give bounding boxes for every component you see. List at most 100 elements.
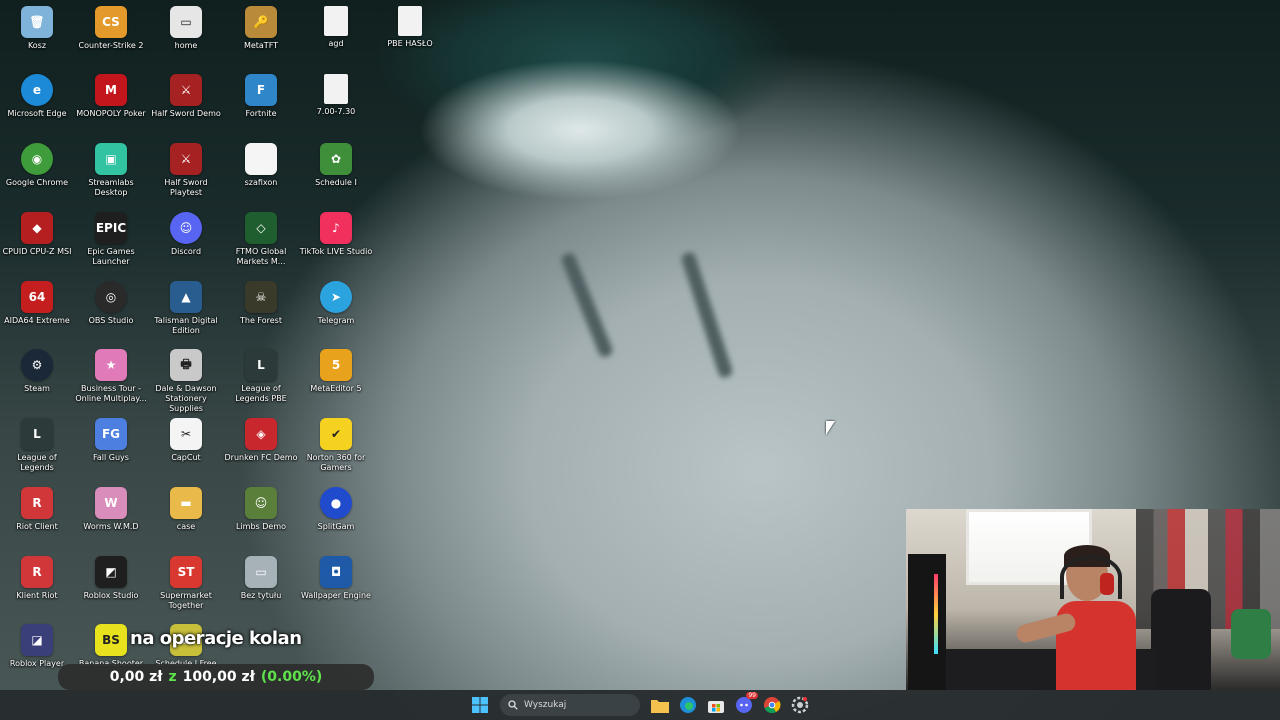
edge-icon [680,697,696,713]
desktop-icon[interactable]: L League of Legends PBE [224,349,298,404]
drunken-fc-icon: ◈ [245,418,277,450]
desktop-icon[interactable]: ◆ CPUID CPU-Z MSI [0,212,74,257]
chrome-icon [764,697,781,714]
printer-icon: 🖶 [170,349,202,381]
desktop-icon-label: case [176,522,196,531]
desktop-icon-label: League of Legends [17,453,57,472]
desktop-icon[interactable]: ◈ Drunken FC Demo [224,418,298,463]
goal-target: 100,00 zł [182,669,255,685]
desktop-icon[interactable]: ST Supermarket Together [149,556,223,611]
desktop-icon[interactable]: ♪ TikTok LIVE Studio [299,212,373,257]
desktop-icon-label: Supermarket Together [160,591,212,610]
desktop-icon-label: TikTok LIVE Studio [299,247,373,256]
search-placeholder: Wyszukaj [524,700,567,710]
riot-client-icon: R [21,487,53,519]
taskbar-store[interactable] [705,694,727,716]
taskbar-discord[interactable]: 99 [733,692,758,716]
desktop-icon[interactable]: ◩ Roblox Studio [74,556,148,601]
desktop-icon[interactable]: ▭ Bez tytułu [224,556,298,601]
taskbar-edge[interactable] [677,694,699,716]
desktop-icon[interactable]: PBE HASŁO [373,6,447,49]
desktop-icon-label: Roblox Studio [83,591,139,600]
desktop-icon-grid: 🗑 Kosz CS Counter-Strike 2 ▭ home 🔑 MetaTFT agd P… [0,0,460,690]
taskbar-chrome[interactable] [761,694,783,716]
desktop-icon[interactable]: ☠ The Forest [224,281,298,326]
desktop-icon[interactable]: szafixon [224,143,298,188]
steam-icon: ⚙ [21,349,53,381]
goal-current: 0,00 zł [109,669,163,685]
desktop-icon[interactable]: ◉ Google Chrome [0,143,74,188]
desktop-icon[interactable]: ◘ Wallpaper Engine [299,556,373,601]
desktop-icon[interactable]: ⚙ Steam [0,349,74,394]
desktop-icon-label: Dale & Dawson Stationery Supplies [155,384,217,413]
desktop-icon-label: Microsoft Edge [7,109,67,118]
desktop-icon[interactable]: ☺ Discord [149,212,223,257]
desktop-icon[interactable]: 7.00-7.30 [299,74,373,117]
epic-games-icon: EPIC [95,212,127,244]
tiktok-icon: ♪ [320,212,352,244]
desktop-icon[interactable]: M MONOPOLY Poker [74,74,148,119]
desktop-icon[interactable]: ● SplitGam [299,487,373,532]
desktop-icon[interactable]: ◇ FTMO Global Markets M... [224,212,298,267]
desktop-icon[interactable]: ⚔ Half Sword Playtest [149,143,223,198]
desktop-icon[interactable]: R Klient Riot [0,556,74,601]
chrome-icon: ◉ [21,143,53,175]
desktop-icon-label: CPUID CPU-Z MSI [2,247,72,256]
desktop-icon[interactable]: FG Fall Guys [74,418,148,463]
desktop-icon[interactable]: F Fortnite [224,74,298,119]
desktop-icon[interactable]: ◎ OBS Studio [74,281,148,326]
desktop-icon[interactable]: R Riot Client [0,487,74,532]
taskbar-file-explorer[interactable] [649,694,671,716]
desktop-icon[interactable]: 🔑 MetaTFT [224,6,298,51]
desktop-icon[interactable]: 64 AIDA64 Extreme [0,281,74,326]
start-button[interactable] [469,694,491,716]
desktop-icon-label: MONOPOLY Poker [76,109,146,118]
desktop-icon[interactable]: ◪ Roblox Player [0,624,74,669]
desktop-icon[interactable]: ▬ case [149,487,223,532]
desktop-icon[interactable]: ★ Business Tour - Online Multiplay... [74,349,148,404]
desktop-icon[interactable]: EPIC Epic Games Launcher [74,212,148,267]
desktop-icon[interactable]: ▣ Streamlabs Desktop [74,143,148,198]
taskbar-search[interactable]: Wyszukaj [500,694,640,716]
desktop-icon[interactable]: ✿ Schedule I [299,143,373,188]
ftmo-icon: ◇ [245,212,277,244]
riot-client-icon: R [21,556,53,588]
desktop-icon-label: Norton 360 for Gamers [306,453,366,472]
folder-icon: ▬ [170,487,202,519]
desktop-icon[interactable]: 🖶 Dale & Dawson Stationery Supplies [149,349,223,414]
desktop-icon[interactable]: 5 MetaEditor 5 [299,349,373,394]
desktop-icon[interactable]: ✔ Norton 360 for Gamers [299,418,373,473]
desktop-icon[interactable]: ☺ Limbs Demo [224,487,298,532]
desktop-icon[interactable]: ▲ Talisman Digital Edition [149,281,223,336]
home-icon: ▭ [170,6,202,38]
desktop-icon-label: Worms W.M.D [83,522,139,531]
image-file-icon [245,143,277,175]
metatft-icon: 🔑 [245,6,277,38]
desktop-icon[interactable]: e Microsoft Edge [0,74,74,119]
the-forest-icon: ☠ [245,281,277,313]
desktop-icon[interactable]: L League of Legends [0,418,74,473]
desktop-icon-label: AIDA64 Extreme [4,316,70,325]
desktop-icon-label: 7.00-7.30 [316,107,356,116]
wallpaper-engine-icon: ◘ [320,556,352,588]
desktop-icon-label: agd [328,39,344,48]
desktop-icon[interactable]: ▭ home [149,6,223,51]
desktop-icon[interactable]: 🗑 Kosz [0,6,74,51]
taskbar: Wyszukaj 99 [0,690,1280,720]
desktop-icon[interactable]: ✂ CapCut [149,418,223,463]
desktop-icon[interactable]: CS Counter-Strike 2 [74,6,148,51]
notification-badge: 99 [746,692,758,699]
webcam-overlay [906,509,1280,690]
desktop-icon[interactable]: ➤ Telegram [299,281,373,326]
desktop-icon-label: Fall Guys [93,453,129,462]
desktop-icon-label: OBS Studio [88,316,134,325]
webcam-chair [1151,589,1211,690]
desktop-icon-label: Wallpaper Engine [301,591,371,600]
desktop-icon-label: CapCut [171,453,201,462]
hoodie-drawstring [559,251,615,359]
desktop-icon-label: Schedule I [315,178,357,187]
desktop-icon[interactable]: agd [299,6,373,49]
desktop-icon[interactable]: W Worms W.M.D [74,487,148,532]
desktop-icon[interactable]: ⚔ Half Sword Demo [149,74,223,119]
taskbar-steam[interactable] [789,694,811,716]
